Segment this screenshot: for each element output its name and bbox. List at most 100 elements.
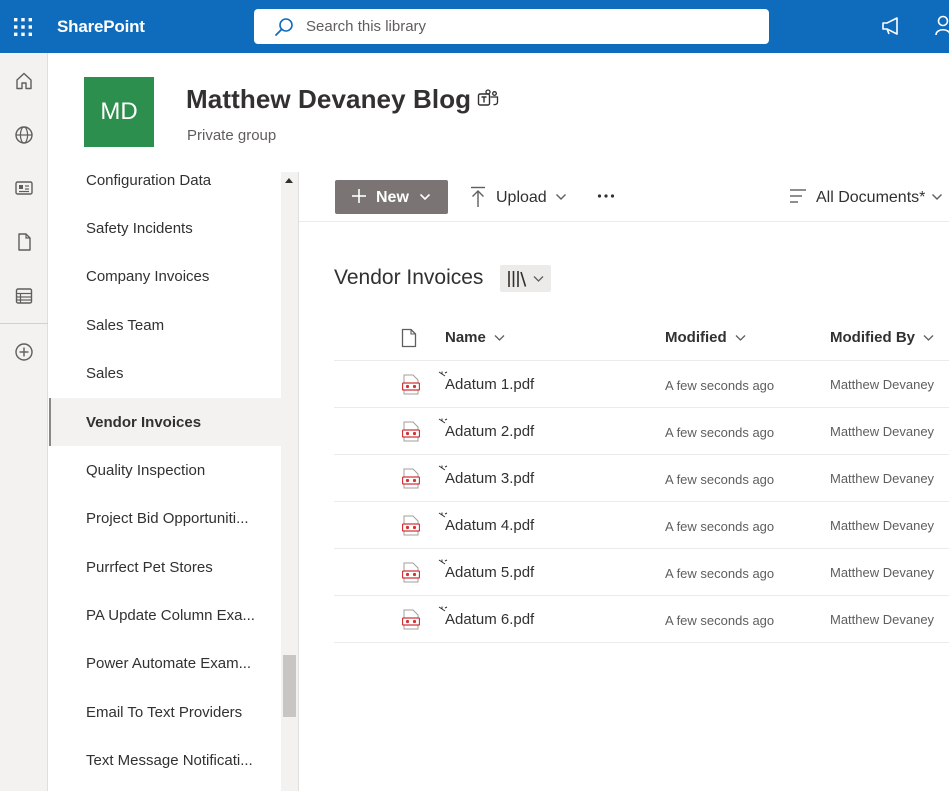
- table-row[interactable]: Adatum 3.pdf A few seconds ago Matthew D…: [334, 455, 949, 502]
- column-header-name[interactable]: Name: [445, 329, 505, 346]
- table-row[interactable]: Adatum 2.pdf A few seconds ago Matthew D…: [334, 408, 949, 455]
- column-header-modified-by-label: Modified By: [830, 329, 915, 346]
- appbar-sites[interactable]: [0, 113, 48, 157]
- more-options-icon[interactable]: [597, 186, 615, 206]
- view-options-icon: [790, 189, 806, 203]
- app-bar: [0, 53, 48, 791]
- nav-item-email-to-text-providers[interactable]: Email To Text Providers: [49, 689, 281, 735]
- app-launcher-button[interactable]: [0, 0, 45, 53]
- teams-icon[interactable]: [477, 89, 499, 109]
- document-icon: [18, 233, 31, 251]
- modified-by-cell[interactable]: Matthew Devaney: [830, 377, 934, 392]
- modified-cell: A few seconds ago: [665, 425, 775, 440]
- nav-item-safety-incidents[interactable]: Safety Incidents: [49, 205, 281, 251]
- site-logo[interactable]: MD: [84, 77, 154, 147]
- table-row[interactable]: Adatum 6.pdf A few seconds ago Matthew D…: [334, 596, 949, 643]
- file-name-link[interactable]: Adatum 3.pdf: [445, 470, 534, 487]
- sharepoint-brand-link[interactable]: SharePoint: [57, 0, 145, 53]
- nav-item-quality-inspection[interactable]: Quality Inspection: [49, 447, 281, 493]
- nav-item-sales[interactable]: Sales: [49, 350, 281, 396]
- nav-scrollbar-thumb[interactable]: [283, 655, 296, 717]
- suite-bar: SharePoint: [0, 0, 949, 53]
- new-button[interactable]: New: [335, 180, 448, 214]
- appbar-divider: [0, 323, 48, 324]
- nav-item-vendor-invoices[interactable]: Vendor Invoices: [49, 398, 281, 446]
- chevron-down-icon: [419, 193, 431, 201]
- nav-item-power-automate-examples[interactable]: Power Automate Exam...: [49, 640, 281, 686]
- library-view-switch[interactable]: [500, 265, 551, 292]
- library-icon: [508, 271, 527, 287]
- content-divider: [298, 172, 299, 791]
- megaphone-icon[interactable]: [880, 15, 904, 37]
- search-icon: [275, 18, 293, 36]
- table-header: Name Modified Modified By: [334, 313, 949, 361]
- pdf-icon: [402, 421, 420, 442]
- chevron-down-icon: [533, 276, 544, 282]
- column-header-modified-label: Modified: [665, 329, 727, 346]
- modified-cell: A few seconds ago: [665, 519, 775, 534]
- table-row[interactable]: Adatum 5.pdf A few seconds ago Matthew D…: [334, 549, 949, 596]
- site-navigation: Configuration Data Safety Incidents Comp…: [49, 172, 281, 791]
- nav-item-sales-team[interactable]: Sales Team: [49, 302, 281, 348]
- modified-by-cell[interactable]: Matthew Devaney: [830, 424, 934, 439]
- library-title: Vendor Invoices: [334, 266, 484, 289]
- account-icon[interactable]: [934, 15, 949, 37]
- nav-item-project-bid-opportunities[interactable]: Project Bid Opportuniti...: [49, 495, 281, 541]
- search-input[interactable]: [306, 9, 756, 44]
- globe-icon: [15, 126, 33, 144]
- nav-item-purrfect-pet-stores[interactable]: Purrfect Pet Stores: [49, 544, 281, 590]
- chevron-down-icon: [932, 194, 942, 200]
- appbar-news[interactable]: [0, 166, 48, 210]
- nav-item-configuration-data[interactable]: Configuration Data: [49, 172, 281, 203]
- modified-by-cell[interactable]: Matthew Devaney: [830, 565, 934, 580]
- appbar-lists[interactable]: [0, 274, 48, 318]
- site-subtitle: Private group: [187, 127, 277, 144]
- appbar-files[interactable]: [0, 220, 48, 264]
- upload-button-label: Upload: [496, 189, 547, 206]
- nav-item-text-message-notifications[interactable]: Text Message Notificati...: [49, 737, 281, 783]
- column-header-name-label: Name: [445, 329, 486, 346]
- file-name-link[interactable]: Adatum 2.pdf: [445, 423, 534, 440]
- pdf-icon: [402, 515, 420, 536]
- new-button-label: New: [376, 189, 409, 206]
- pdf-icon: [402, 562, 420, 583]
- file-type-icon[interactable]: [401, 328, 417, 348]
- chevron-down-icon: [735, 334, 746, 341]
- file-name-link[interactable]: Adatum 5.pdf: [445, 564, 534, 581]
- nav-scrollbar[interactable]: [281, 172, 298, 791]
- upload-icon: [471, 186, 485, 207]
- pdf-icon: [402, 609, 420, 630]
- waffle-icon: [13, 17, 32, 36]
- chevron-down-icon: [556, 194, 566, 200]
- search-box: [254, 9, 769, 44]
- view-switcher-label: All Documents*: [816, 189, 926, 206]
- file-name-link[interactable]: Adatum 6.pdf: [445, 611, 534, 628]
- lists-icon: [15, 288, 33, 304]
- file-name-link[interactable]: Adatum 4.pdf: [445, 517, 534, 534]
- column-header-modified-by[interactable]: Modified By: [830, 329, 934, 346]
- pdf-icon: [402, 374, 420, 395]
- pdf-icon: [402, 468, 420, 489]
- nav-item-company-invoices[interactable]: Company Invoices: [49, 253, 281, 299]
- modified-cell: A few seconds ago: [665, 378, 775, 393]
- modified-cell: A few seconds ago: [665, 472, 775, 487]
- appbar-create[interactable]: [0, 330, 48, 374]
- modified-by-cell[interactable]: Matthew Devaney: [830, 612, 934, 627]
- home-icon: [16, 72, 32, 90]
- column-header-modified[interactable]: Modified: [665, 329, 746, 346]
- table-row[interactable]: Adatum 1.pdf A few seconds ago Matthew D…: [334, 361, 949, 408]
- nav-item-pa-update-column[interactable]: PA Update Column Exa...: [49, 592, 281, 638]
- command-bar: New Upload All Documents*: [299, 172, 949, 222]
- scroll-up-arrow-icon[interactable]: [285, 178, 293, 183]
- chevron-down-icon: [494, 334, 505, 341]
- news-icon: [15, 181, 33, 195]
- modified-by-cell[interactable]: Matthew Devaney: [830, 518, 934, 533]
- modified-by-cell[interactable]: Matthew Devaney: [830, 471, 934, 486]
- file-name-link[interactable]: Adatum 1.pdf: [445, 376, 534, 393]
- site-title[interactable]: Matthew Devaney Blog: [186, 84, 471, 115]
- modified-cell: A few seconds ago: [665, 613, 775, 628]
- table-row[interactable]: Adatum 4.pdf A few seconds ago Matthew D…: [334, 502, 949, 549]
- modified-cell: A few seconds ago: [665, 566, 775, 581]
- add-circle-icon: [15, 343, 33, 361]
- appbar-home[interactable]: [0, 59, 48, 103]
